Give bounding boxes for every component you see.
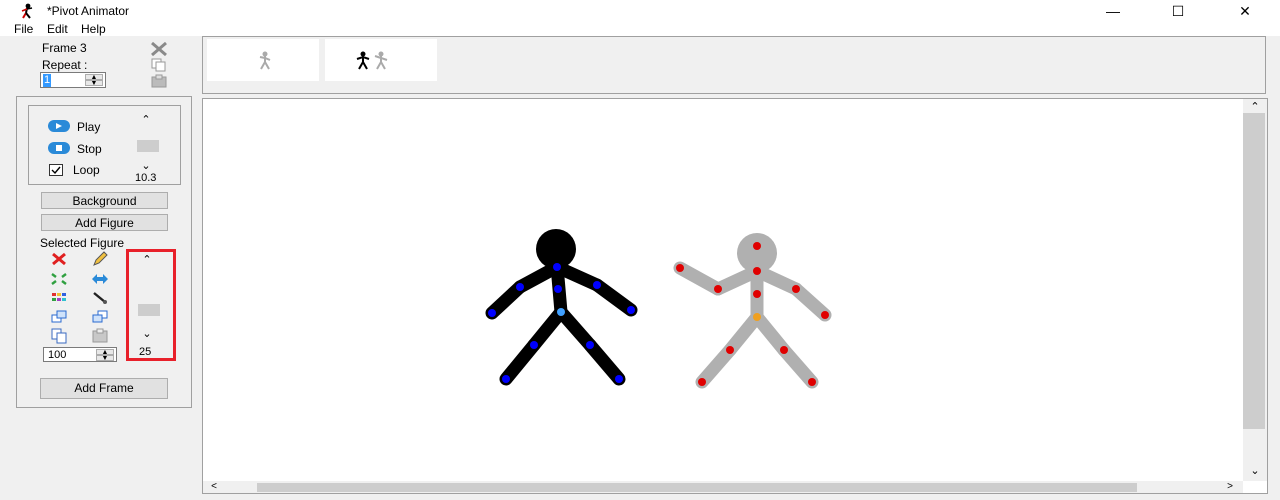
repeat-value: 1 (43, 74, 52, 87)
tools-panel: Play Stop Loop ⌃ ⌄ 10.3 Background Add F… (16, 96, 192, 408)
figure-scroll-value: 25 (139, 346, 152, 358)
scroll-right-arrow[interactable]: > (1223, 481, 1237, 493)
flip-figure-icon[interactable] (91, 270, 109, 288)
send-to-back-icon[interactable] (91, 308, 109, 326)
play-icon (48, 120, 70, 132)
background-button[interactable]: Background (41, 192, 168, 209)
repeat-label: Repeat : (42, 58, 88, 72)
frame-label: Frame 3 (42, 41, 87, 55)
repeat-down-button[interactable]: ▼ (85, 80, 103, 87)
copy-frame-icon[interactable] (150, 58, 168, 72)
scroll-down-arrow[interactable]: ⌄ (137, 160, 155, 172)
copy-figure-icon[interactable] (50, 327, 68, 345)
close-button[interactable]: ✕ (1222, 0, 1268, 22)
playback-group: Play Stop Loop ⌃ ⌄ 10.3 (28, 105, 181, 185)
canvas-horizontal-scrollbar[interactable]: < > (203, 481, 1243, 493)
minimize-button[interactable]: — (1090, 0, 1136, 22)
bring-to-front-icon[interactable] (50, 308, 68, 326)
menu-help[interactable]: Help (81, 22, 106, 36)
paste-figure-icon[interactable] (91, 327, 109, 345)
frames-strip (202, 36, 1266, 94)
scroll-left-arrow[interactable]: < (207, 481, 221, 493)
figure-thumbnail-icon (356, 51, 388, 70)
stop-button[interactable]: Stop (47, 140, 117, 158)
scale-figure-icon[interactable] (50, 270, 68, 288)
add-frame-button[interactable]: Add Frame (40, 378, 168, 399)
delete-figure-icon[interactable] (50, 250, 68, 268)
scroll-down-arrow[interactable]: ⌄ (1247, 465, 1263, 477)
figure-thumbnail-icon (259, 51, 271, 70)
figure-size-value: 100 (48, 349, 67, 361)
paste-frame-icon[interactable] (150, 74, 168, 88)
animation-canvas[interactable]: ⌃ ⌄ < > (202, 98, 1268, 494)
pencil-edit-icon[interactable] (91, 250, 109, 268)
menu-file[interactable]: File (14, 22, 33, 36)
stick-figures[interactable] (203, 99, 1243, 481)
app-icon (21, 3, 33, 19)
title-bar: *Pivot Animator — ☐ ✕ (0, 0, 1280, 22)
figure-size-spinner[interactable]: 100 ▲ ▼ (43, 347, 117, 362)
color-palette-icon[interactable] (50, 289, 68, 307)
scroll-up-arrow[interactable]: ⌃ (138, 254, 156, 266)
play-label: Play (77, 120, 101, 134)
stop-label: Stop (77, 142, 102, 156)
frame-thumbnail-1[interactable] (207, 39, 319, 81)
eyedropper-icon[interactable] (91, 289, 109, 307)
canvas-vertical-scrollbar[interactable]: ⌃ ⌄ (1243, 99, 1267, 481)
stop-icon (48, 142, 70, 154)
checkbox-icon (49, 164, 63, 176)
maximize-button[interactable]: ☐ (1155, 0, 1201, 22)
play-button[interactable]: Play (47, 118, 117, 136)
scroll-thumb[interactable] (1243, 113, 1265, 429)
menu-edit[interactable]: Edit (47, 22, 68, 36)
speed-scrollbar[interactable]: ⌃ ⌄ (137, 114, 165, 172)
loop-checkbox[interactable]: Loop (47, 161, 117, 179)
active-figure (485, 259, 638, 386)
scroll-thumb[interactable] (137, 140, 159, 152)
frame-thumbnail-2[interactable] (325, 39, 437, 81)
figure-scrollbar[interactable]: ⌃ ⌄ (138, 252, 166, 342)
inactive-figure (673, 261, 832, 389)
window-title: *Pivot Animator (47, 4, 130, 18)
add-figure-button[interactable]: Add Figure (41, 214, 168, 231)
active-figure-head (536, 229, 576, 269)
inactive-figure-origin (753, 313, 761, 321)
scroll-up-arrow[interactable]: ⌃ (1247, 101, 1263, 113)
speed-value: 10.3 (135, 172, 157, 184)
delete-frame-icon[interactable] (150, 42, 168, 56)
frame-panel: Frame 3 Repeat : 1 ▲ ▼ (16, 38, 192, 92)
active-figure-origin (557, 308, 565, 316)
scroll-thumb[interactable] (138, 304, 160, 316)
repeat-spinner[interactable]: 1 ▲ ▼ (40, 72, 106, 88)
selected-figure-label: Selected Figure (40, 236, 125, 250)
menu-bar: File Edit Help (0, 22, 1280, 36)
scroll-down-arrow[interactable]: ⌄ (138, 328, 156, 340)
size-down-button[interactable]: ▼ (96, 355, 114, 362)
scroll-up-arrow[interactable]: ⌃ (137, 114, 155, 126)
scroll-thumb[interactable] (257, 483, 1137, 492)
loop-label: Loop (73, 163, 100, 177)
